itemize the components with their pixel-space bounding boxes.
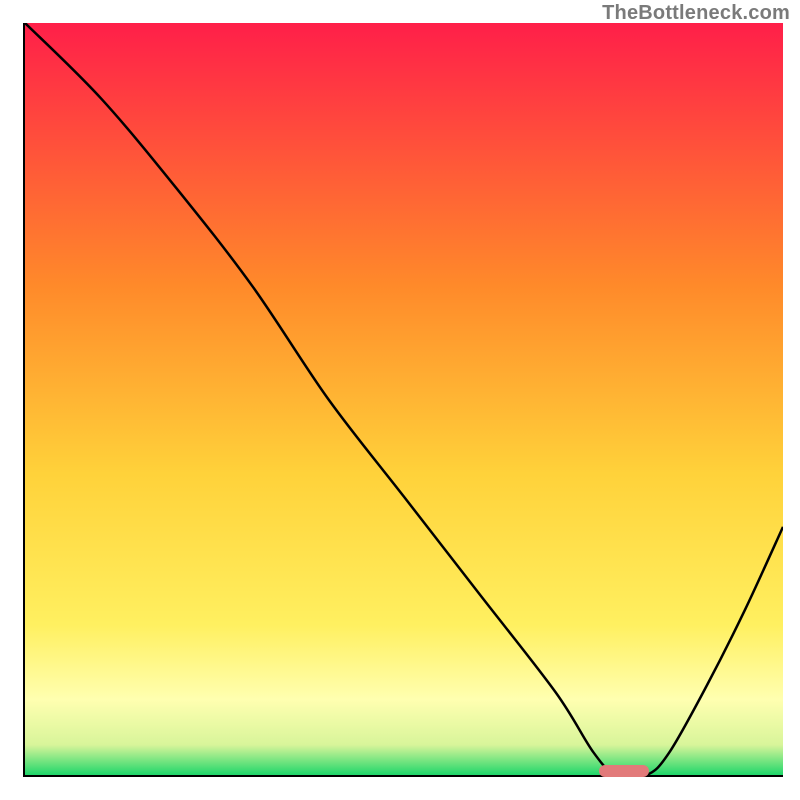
plot-area [23, 23, 783, 777]
gradient-fill [25, 23, 783, 775]
plot-svg [25, 23, 783, 775]
watermark-text: TheBottleneck.com [602, 2, 790, 25]
optimum-marker [599, 765, 648, 777]
chart-stage: TheBottleneck.com [0, 0, 800, 800]
